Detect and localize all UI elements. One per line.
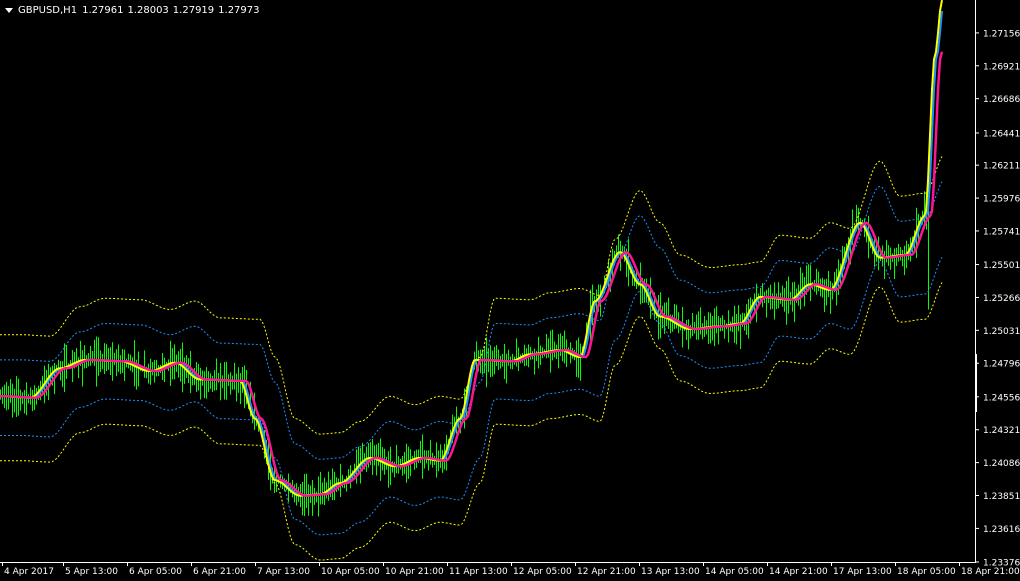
chart-header: GBPUSD,H1 1.27961 1.28003 1.27919 1.2797… bbox=[5, 3, 260, 17]
fast-ma-line bbox=[0, 10, 943, 497]
high-value: 1.28003 bbox=[127, 4, 169, 16]
time-tick-label: 5 Apr 13:00 bbox=[65, 567, 118, 577]
low-value: 1.27919 bbox=[172, 4, 215, 16]
price-tick-label: 1.26686 bbox=[983, 95, 1020, 105]
price-tick-label: 1.27156 bbox=[983, 29, 1020, 39]
lower-outer-band bbox=[0, 282, 943, 561]
time-axis: 4 Apr 2017 5 Apr 13:00 6 Apr 05:00 6 Apr 21… bbox=[0, 562, 1020, 577]
time-tick-label: 18 Apr 05:00 bbox=[897, 567, 956, 577]
price-tick-label: 1.24086 bbox=[983, 459, 1020, 469]
price-tick-label: 1.24796 bbox=[983, 360, 1020, 370]
time-tick-label: 14 Apr 05:00 bbox=[705, 567, 764, 577]
price-highlight-marker bbox=[975, 354, 977, 412]
price-tick-label: 1.25976 bbox=[983, 195, 1020, 205]
price-tick-label: 1.25501 bbox=[983, 261, 1020, 271]
time-tick-label: 18 Apr 21:00 bbox=[961, 567, 1020, 577]
time-tick-label: 14 Apr 21:00 bbox=[769, 567, 828, 577]
symbol-label: GBPUSD,H1 bbox=[18, 4, 78, 16]
close-line bbox=[0, 0, 943, 497]
price-tick-label: 1.26211 bbox=[983, 162, 1020, 172]
time-tick-label: 6 Apr 05:00 bbox=[129, 567, 182, 577]
ohlc-values: 1.27961 1.28003 1.27919 1.27973 bbox=[82, 5, 259, 16]
price-axis: 1.27156 1.26921 1.26686 1.26441 1.26211 1.259… bbox=[975, 0, 1020, 569]
price-tick-label: 1.25266 bbox=[983, 294, 1020, 304]
time-tick-label: 13 Apr 13:00 bbox=[641, 567, 700, 577]
price-tick-label: 1.24556 bbox=[983, 393, 1020, 403]
price-tick-label: 1.25741 bbox=[983, 227, 1020, 237]
time-tick-label: 17 Apr 13:00 bbox=[833, 567, 892, 577]
time-tick-label: 6 Apr 21:00 bbox=[193, 567, 246, 577]
dropdown-triangle-icon[interactable] bbox=[5, 7, 13, 13]
close-value: 1.27973 bbox=[218, 4, 260, 16]
open-value: 1.27961 bbox=[82, 4, 124, 16]
time-tick-label: 11 Apr 13:00 bbox=[449, 567, 508, 577]
upper-inner-band bbox=[0, 181, 943, 460]
time-tick-label: 12 Apr 21:00 bbox=[577, 567, 636, 577]
plot-layer bbox=[0, 0, 944, 561]
price-tick-label: 1.25031 bbox=[983, 327, 1020, 337]
price-tick-label: 1.26921 bbox=[983, 62, 1020, 72]
price-tick-label: 1.26441 bbox=[983, 129, 1020, 139]
time-tick-label: 10 Apr 21:00 bbox=[385, 567, 444, 577]
price-tick-label: 1.24321 bbox=[983, 426, 1020, 436]
time-tick-label: 10 Apr 05:00 bbox=[321, 567, 380, 577]
time-tick-label: 12 Apr 05:00 bbox=[513, 567, 572, 577]
chart-svg: 1.27156 1.26921 1.26686 1.26441 1.26211 1.259… bbox=[0, 0, 1020, 577]
price-tick-label: 1.23616 bbox=[983, 525, 1020, 535]
time-tick-label: 7 Apr 13:00 bbox=[257, 567, 310, 577]
time-tick-label: 4 Apr 2017 bbox=[4, 567, 54, 577]
price-tick-label: 1.23851 bbox=[983, 492, 1020, 502]
